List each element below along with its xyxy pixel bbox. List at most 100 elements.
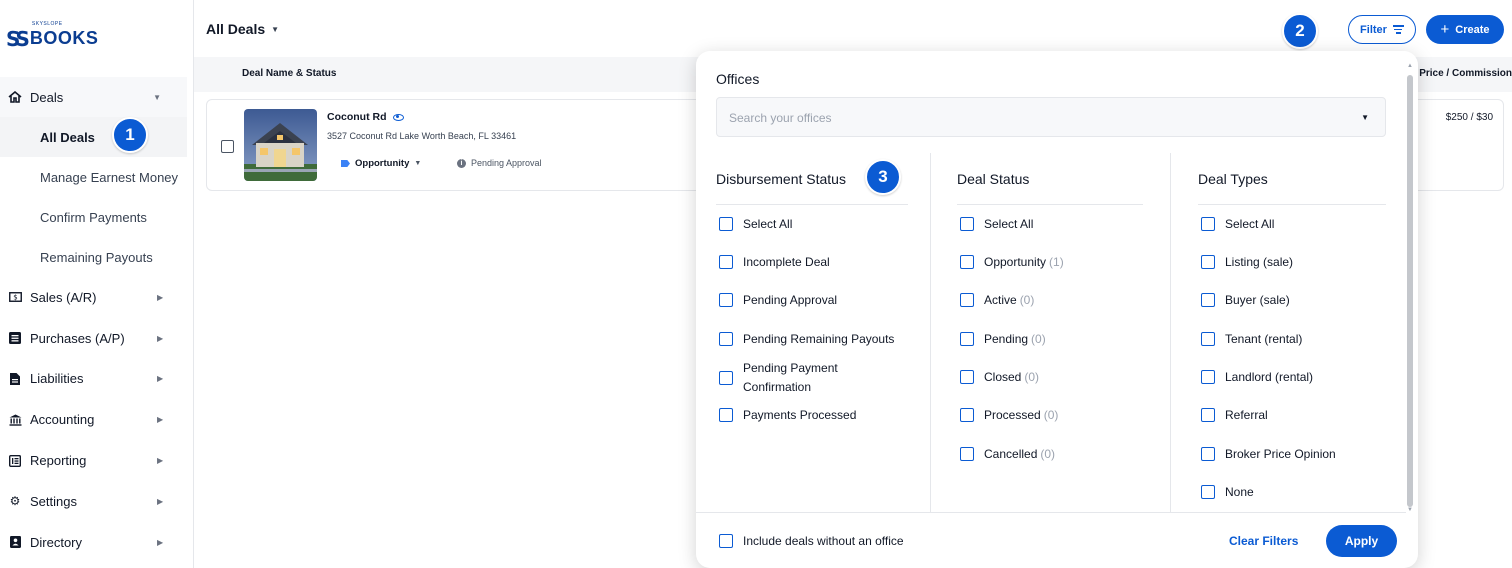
sidebar-item-deals[interactable]: Deals ▼ xyxy=(0,77,187,117)
deal-status-option[interactable]: Cancelled (0) xyxy=(960,447,1055,461)
row-checkbox[interactable] xyxy=(221,140,234,153)
sidebar-subitem-remaining-payouts[interactable]: Remaining Payouts xyxy=(0,237,194,277)
column-header-price[interactable]: Price / Commission xyxy=(1417,68,1512,79)
checkbox[interactable] xyxy=(1201,370,1215,384)
option-label: Pending xyxy=(984,332,1029,346)
sidebar-subitem-confirm-payments[interactable]: Confirm Payments xyxy=(0,197,194,237)
deal-type-option[interactable]: Landlord (rental) xyxy=(1201,370,1313,384)
disbursement-option[interactable]: Select All xyxy=(719,217,792,231)
disbursement-option[interactable]: Incomplete Deal xyxy=(719,255,830,269)
sidebar-item-reporting[interactable]: Reporting ▶ xyxy=(0,440,194,481)
sidebar-item-accounting[interactable]: Accounting ▶ xyxy=(0,399,194,440)
sidebar-item-sales[interactable]: $ Sales (A/R) ▶ xyxy=(0,277,194,318)
eye-icon[interactable] xyxy=(392,113,404,121)
deal-status-option[interactable]: Opportunity (1) xyxy=(960,255,1064,269)
clear-filters-button[interactable]: Clear Filters xyxy=(1229,534,1298,548)
checkbox[interactable] xyxy=(960,447,974,461)
divider xyxy=(716,204,908,205)
offices-select[interactable]: Search your offices ▼ xyxy=(716,97,1386,137)
checkbox[interactable] xyxy=(1201,485,1215,499)
property-thumbnail[interactable] xyxy=(244,109,317,181)
apply-button[interactable]: Apply xyxy=(1326,525,1397,557)
checkbox[interactable] xyxy=(960,217,974,231)
deal-type-option[interactable]: Tenant (rental) xyxy=(1201,332,1302,346)
checkbox[interactable] xyxy=(960,408,974,422)
sidebar-item-purchases[interactable]: Purchases (A/P) ▶ xyxy=(0,318,194,359)
checkbox[interactable] xyxy=(719,217,733,231)
sidebar-item-label: Deals xyxy=(30,89,64,105)
disbursement-option[interactable]: Pending Approval xyxy=(719,293,837,307)
checkbox[interactable] xyxy=(719,293,733,307)
disbursement-option[interactable]: Payments Processed xyxy=(719,408,856,422)
checkbox[interactable] xyxy=(960,293,974,307)
checkbox[interactable] xyxy=(1201,255,1215,269)
page-title[interactable]: All Deals ▼ xyxy=(206,21,279,37)
checkbox[interactable] xyxy=(960,332,974,346)
deal-status-label: Opportunity xyxy=(355,158,410,169)
sidebar-item-settings[interactable]: ⚙ Settings ▶ xyxy=(0,481,194,522)
disbursement-option[interactable]: Pending Payment Confirmation xyxy=(719,359,838,397)
sidebar-item-label: Purchases (A/P) xyxy=(30,330,125,346)
skyslope-books-logo[interactable]: SS SKYSLOPE BOOKS xyxy=(6,21,98,49)
checkbox[interactable] xyxy=(1201,408,1215,422)
checkbox[interactable] xyxy=(1201,447,1215,461)
deal-status-option[interactable]: Pending (0) xyxy=(960,332,1046,346)
deal-status-option[interactable]: Processed (0) xyxy=(960,408,1058,422)
deal-name[interactable]: Coconut Rd xyxy=(327,111,404,123)
deal-type-option[interactable]: Listing (sale) xyxy=(1201,255,1293,269)
checkbox[interactable] xyxy=(719,255,733,269)
option-label: Include deals without an office xyxy=(743,534,904,548)
deal-type-option[interactable]: Referral xyxy=(1201,408,1268,422)
plus-icon: + xyxy=(1440,21,1450,38)
deal-type-option[interactable]: Buyer (sale) xyxy=(1201,293,1290,307)
scrollbar-thumb[interactable] xyxy=(1407,75,1413,507)
checkbox[interactable] xyxy=(1201,332,1215,346)
deal-type-option[interactable]: Broker Price Opinion xyxy=(1201,447,1336,461)
bank-icon xyxy=(8,413,22,427)
create-button[interactable]: + Create xyxy=(1426,15,1504,44)
chevron-right-icon: ▶ xyxy=(157,415,164,425)
divider xyxy=(1198,204,1386,205)
scroll-down-icon[interactable]: ▼ xyxy=(1407,507,1413,513)
deal-type-option[interactable]: Select All xyxy=(1201,217,1274,231)
report-icon xyxy=(8,454,22,468)
checkbox[interactable] xyxy=(719,534,733,548)
svg-text:$: $ xyxy=(13,294,17,302)
option-label: Referral xyxy=(1225,408,1268,422)
checkbox[interactable] xyxy=(1201,217,1215,231)
option-label: Tenant (rental) xyxy=(1225,332,1303,346)
approval-status-text: Pending Approval xyxy=(471,158,542,168)
panel-scrollbar[interactable]: ▲ ▼ xyxy=(1406,63,1414,513)
sidebar-item-label: Sales (A/R) xyxy=(30,289,97,305)
deal-status-dropdown[interactable]: Opportunity ▼ xyxy=(341,158,421,169)
logo-small-text: SKYSLOPE xyxy=(31,21,63,27)
checkbox[interactable] xyxy=(719,408,733,422)
deal-status-option[interactable]: Closed (0) xyxy=(960,370,1039,384)
deal-type-option[interactable]: None xyxy=(1201,485,1254,499)
sidebar-subitem-manage-earnest-money[interactable]: Manage Earnest Money xyxy=(0,157,194,197)
chevron-down-icon: ▼ xyxy=(153,92,161,102)
scroll-up-icon[interactable]: ▲ xyxy=(1407,63,1413,69)
sidebar-subitem-all-deals[interactable]: All Deals xyxy=(0,117,187,157)
info-icon: i xyxy=(457,158,466,168)
disbursement-status-title: Disbursement Status xyxy=(716,171,846,187)
column-header-deal[interactable]: Deal Name & Status xyxy=(242,68,336,79)
option-count: (0) xyxy=(1024,370,1040,384)
sidebar-item-label: Reporting xyxy=(30,453,87,469)
include-without-office-option[interactable]: Include deals without an office xyxy=(719,534,904,548)
checkbox[interactable] xyxy=(1201,293,1215,307)
deal-status-option[interactable]: Active (0) xyxy=(960,293,1034,307)
checkbox[interactable] xyxy=(719,371,733,385)
disbursement-option[interactable]: Pending Remaining Payouts xyxy=(719,332,894,346)
chevron-right-icon: ▶ xyxy=(157,333,164,343)
chevron-down-icon: ▼ xyxy=(271,24,280,34)
sidebar-item-liabilities[interactable]: Liabilities ▶ xyxy=(0,359,194,400)
option-label: Payments Processed xyxy=(743,408,857,422)
filter-button[interactable]: Filter xyxy=(1348,15,1416,44)
checkbox[interactable] xyxy=(960,255,974,269)
sidebar-item-directory[interactable]: Directory ▶ xyxy=(0,522,194,563)
option-count: (1) xyxy=(1049,255,1064,269)
checkbox[interactable] xyxy=(960,370,974,384)
checkbox[interactable] xyxy=(719,332,733,346)
deal-status-option[interactable]: Select All xyxy=(960,217,1033,231)
